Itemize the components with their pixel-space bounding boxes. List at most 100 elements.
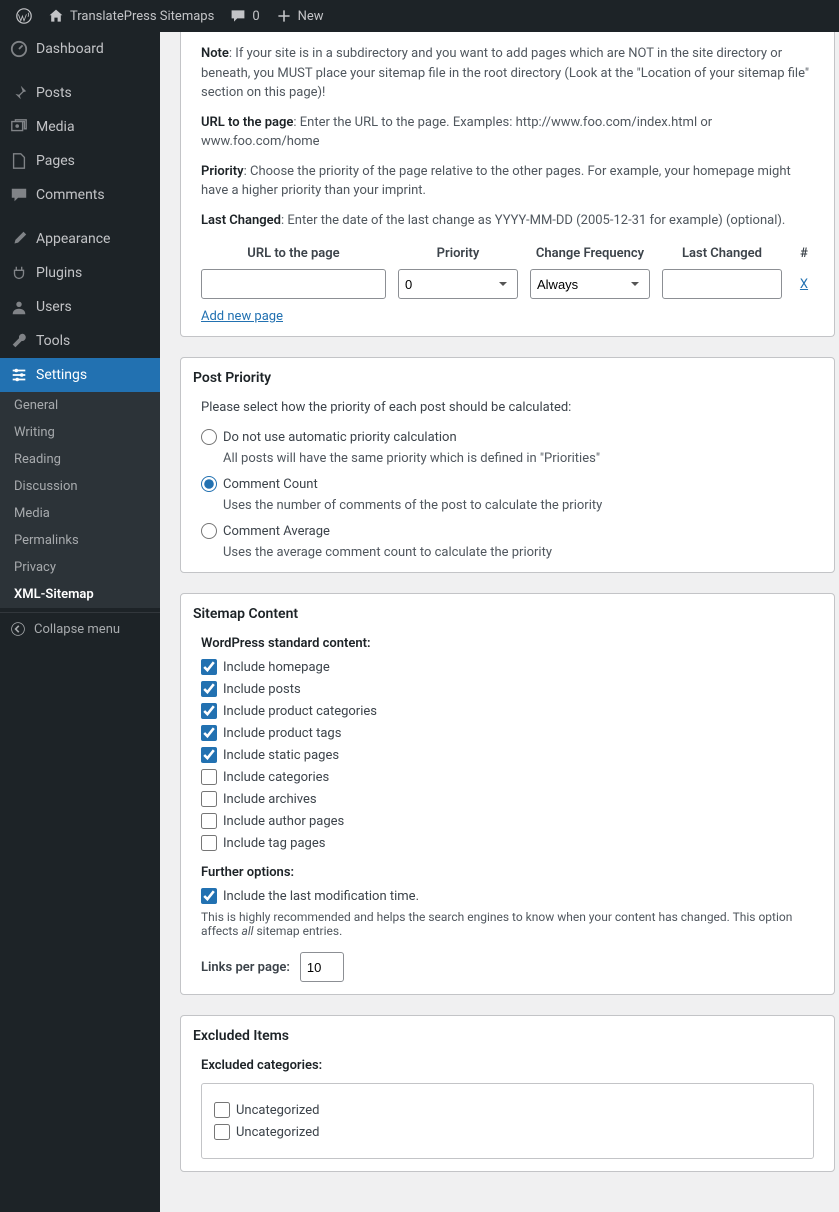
sitemap-include-item[interactable]: Include tag pages: [201, 835, 814, 851]
page-lastchanged-input[interactable]: [662, 269, 782, 299]
priority-radio-count[interactable]: [201, 476, 217, 492]
links-per-page-label: Links per page:: [201, 960, 290, 975]
menu-posts[interactable]: Posts: [0, 76, 160, 110]
pages-table-row: 0 Always X: [201, 269, 814, 299]
pages-table-header: URL to the page Priority Change Frequenc…: [201, 246, 814, 261]
submenu-permalinks[interactable]: Permalinks: [0, 527, 160, 554]
menu-comments[interactable]: Comments: [0, 178, 160, 212]
main-content: Note: If your site is in a subdirectory …: [160, 32, 839, 1212]
submenu-xml-sitemap[interactable]: XML-Sitemap: [0, 581, 160, 608]
links-per-page-row: Links per page:: [201, 952, 814, 982]
links-per-page-input[interactable]: [300, 952, 344, 982]
priority-opt-count[interactable]: Comment Count: [201, 476, 814, 492]
menu-dashboard[interactable]: Dashboard: [0, 32, 160, 66]
col-frequency-header: Change Frequency: [530, 246, 650, 261]
menu-plugins[interactable]: Plugins: [0, 256, 160, 290]
sitemap-include-checkbox[interactable]: [201, 703, 217, 719]
sitemap-include-checkbox[interactable]: [201, 725, 217, 741]
sitemap-include-item[interactable]: Include product tags: [201, 725, 814, 741]
collapse-icon: [10, 621, 26, 637]
add-new-page-link[interactable]: Add new page: [201, 309, 283, 324]
priority-opt-none[interactable]: Do not use automatic priority calculatio…: [201, 429, 814, 445]
sitemap-content-box: Sitemap Content WordPress standard conte…: [180, 593, 835, 995]
menu-users[interactable]: Users: [0, 290, 160, 324]
submenu-general[interactable]: General: [0, 392, 160, 419]
user-icon: [10, 298, 28, 316]
priority-opt-none-desc: All posts will have the same priority wh…: [223, 451, 814, 466]
col-url-header: URL to the page: [201, 246, 386, 261]
excluded-category-checkbox[interactable]: [214, 1102, 230, 1118]
sitemap-include-checkbox[interactable]: [201, 813, 217, 829]
delete-row-link[interactable]: X: [800, 277, 808, 292]
post-priority-lead: Please select how the priority of each p…: [201, 400, 814, 415]
menu-media[interactable]: Media: [0, 110, 160, 144]
menu-appearance[interactable]: Appearance: [0, 222, 160, 256]
sitemap-include-item[interactable]: Include homepage: [201, 659, 814, 675]
home-icon: [48, 8, 64, 24]
sitemap-include-item[interactable]: Include archives: [201, 791, 814, 807]
sitemap-include-item[interactable]: Include author pages: [201, 813, 814, 829]
collapse-menu[interactable]: Collapse menu: [0, 612, 160, 645]
menu-tools[interactable]: Tools: [0, 324, 160, 358]
excluded-category-checkbox[interactable]: [214, 1124, 230, 1140]
excluded-category-item[interactable]: Uncategorized: [214, 1124, 801, 1140]
excluded-items-box: Excluded Items Excluded categories: Unca…: [180, 1015, 835, 1172]
additional-pages-box: Note: If your site is in a subdirectory …: [180, 32, 835, 337]
page-icon: [10, 152, 28, 170]
page-priority-select[interactable]: 0: [398, 269, 518, 299]
priority-opt-count-desc: Uses the number of comments of the post …: [223, 498, 814, 513]
page-frequency-select[interactable]: Always: [530, 269, 650, 299]
priority-radio-none[interactable]: [201, 429, 217, 445]
wp-logo[interactable]: [8, 0, 40, 32]
sitemap-include-checkbox[interactable]: [201, 747, 217, 763]
excluded-items-title: Excluded Items: [193, 1028, 822, 1044]
sitemap-include-checkbox[interactable]: [201, 659, 217, 675]
priority-opt-avg[interactable]: Comment Average: [201, 523, 814, 539]
menu-settings[interactable]: Settings: [0, 358, 160, 392]
priority-radio-avg[interactable]: [201, 523, 217, 539]
sitemap-include-checkbox[interactable]: [201, 835, 217, 851]
page-url-input[interactable]: [201, 269, 386, 299]
pin-icon: [10, 84, 28, 102]
submenu-media[interactable]: Media: [0, 500, 160, 527]
media-icon: [10, 118, 28, 136]
url-help: URL to the page: Enter the URL to the pa…: [201, 113, 814, 152]
new-link[interactable]: New: [268, 0, 332, 32]
admin-sidebar: Dashboard Posts Media Pages Comments App…: [0, 32, 160, 1212]
post-priority-box: Post Priority Please select how the prio…: [180, 357, 835, 573]
submenu-writing[interactable]: Writing: [0, 419, 160, 446]
priority-help: Priority: Choose the priority of the pag…: [201, 162, 814, 201]
col-action-header: #: [794, 246, 814, 261]
sliders-icon: [10, 366, 28, 384]
include-lastmod[interactable]: Include the last modification time.: [201, 888, 814, 904]
comment-icon: [230, 8, 246, 24]
comments-link[interactable]: 0: [222, 0, 267, 32]
sitemap-include-item[interactable]: Include static pages: [201, 747, 814, 763]
lastmod-note: This is highly recommended and helps the…: [201, 910, 814, 938]
excluded-category-item[interactable]: Uncategorized: [214, 1102, 801, 1118]
site-name: TranslatePress Sitemaps: [70, 9, 214, 24]
submenu-reading[interactable]: Reading: [0, 446, 160, 473]
sitemap-include-checkbox[interactable]: [201, 791, 217, 807]
sitemap-include-item[interactable]: Include categories: [201, 769, 814, 785]
site-home[interactable]: TranslatePress Sitemaps: [40, 0, 222, 32]
note-text: Note: If your site is in a subdirectory …: [201, 44, 814, 103]
sitemap-include-checkbox[interactable]: [201, 769, 217, 785]
dashboard-icon: [10, 40, 28, 58]
sitemap-content-title: Sitemap Content: [193, 606, 822, 622]
further-options-head: Further options:: [201, 865, 814, 880]
col-priority-header: Priority: [398, 246, 518, 261]
submenu-privacy[interactable]: Privacy: [0, 554, 160, 581]
wordpress-icon: [16, 8, 32, 24]
menu-pages[interactable]: Pages: [0, 144, 160, 178]
comment-icon: [10, 186, 28, 204]
sitemap-include-item[interactable]: Include posts: [201, 681, 814, 697]
sitemap-include-checkbox[interactable]: [201, 681, 217, 697]
submenu-discussion[interactable]: Discussion: [0, 473, 160, 500]
sitemap-include-item[interactable]: Include product categories: [201, 703, 814, 719]
lastchanged-help: Last Changed: Enter the date of the last…: [201, 211, 814, 231]
post-priority-title: Post Priority: [193, 370, 822, 386]
new-label: New: [298, 9, 324, 24]
plug-icon: [10, 264, 28, 282]
include-lastmod-checkbox[interactable]: [201, 888, 217, 904]
